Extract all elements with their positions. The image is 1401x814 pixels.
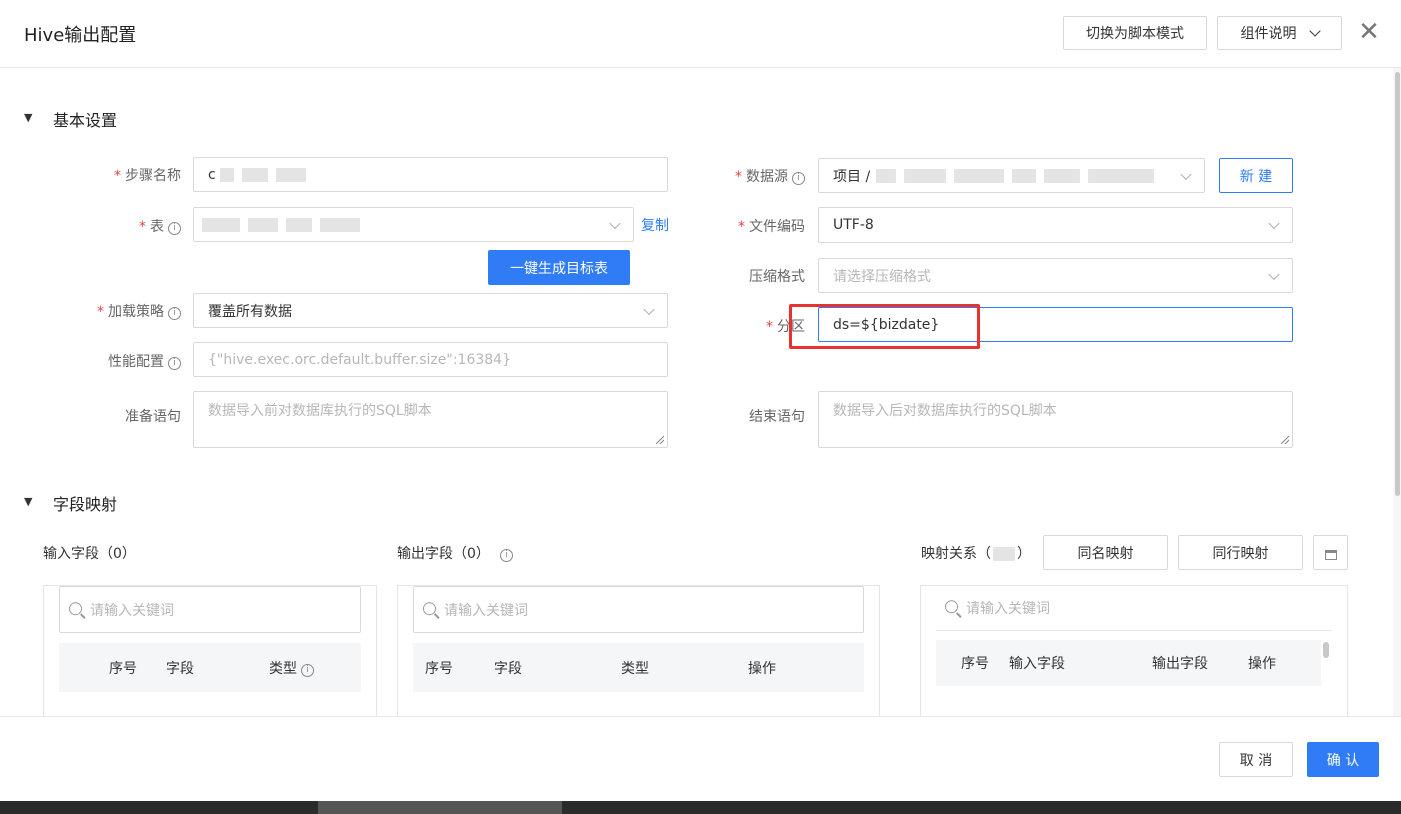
broom-icon: [1324, 549, 1337, 560]
column-header: 操作: [1248, 656, 1276, 672]
chevron-down-icon: [1308, 24, 1321, 37]
confirm-button[interactable]: 确 认: [1307, 742, 1379, 777]
chevron-down-icon: [1268, 217, 1280, 230]
output-fields-table-header: 序号 字段 类型 操作: [413, 643, 864, 692]
clear-mapping-button[interactable]: [1313, 535, 1348, 570]
dialog-title: Hive输出配置: [24, 25, 137, 46]
perf-config-input[interactable]: {"hive.exec.orc.default.buffer.size":163…: [193, 342, 668, 377]
mapping-relation-table-header: 序号 输入字段 输出字段 操作: [936, 640, 1321, 686]
cancel-button[interactable]: 取 消: [1219, 742, 1293, 777]
pre-sql-textarea[interactable]: 数据导入前对数据库执行的SQL脚本: [193, 391, 668, 448]
column-header: 输入字段: [1009, 656, 1065, 672]
info-icon: i: [499, 549, 513, 562]
step-name-label: * 步骤名称: [114, 168, 181, 184]
search-icon: [945, 600, 958, 614]
column-header: 字段: [494, 660, 522, 677]
chevron-down-icon: [1180, 168, 1192, 180]
collapse-caret-icon[interactable]: ▼: [24, 111, 32, 124]
encoding-select[interactable]: UTF-8: [818, 207, 1293, 243]
section-title-basic: 基本设置: [53, 111, 118, 130]
new-datasource-button[interactable]: 新 建: [1219, 158, 1293, 193]
step-name-input[interactable]: c: [193, 157, 668, 192]
input-fields-table-header: 序号 字段 类型 i: [59, 643, 361, 692]
column-header: 操作: [748, 660, 776, 677]
search-icon: [69, 601, 82, 615]
mapping-scrollbar-thumb[interactable]: [1323, 642, 1329, 658]
footer-divider: [0, 716, 1401, 717]
load-strategy-label: * 加载策略 i: [21, 301, 181, 321]
column-header: 序号: [961, 656, 989, 672]
collapse-caret-icon[interactable]: ▼: [24, 495, 32, 508]
encoding-label: * 文件编码: [738, 219, 805, 235]
mapping-relation-title: 映射关系（）: [921, 546, 1031, 562]
compression-select[interactable]: 请选择压缩格式: [818, 258, 1293, 293]
info-icon: i: [301, 663, 314, 677]
column-header: 字段: [166, 660, 194, 677]
column-header: 类型 i: [269, 658, 314, 678]
switch-script-mode-button[interactable]: 切换为脚本模式: [1063, 16, 1207, 50]
component-help-button[interactable]: 组件说明: [1217, 16, 1342, 50]
perf-config-label: 性能配置 i: [21, 351, 181, 371]
close-icon[interactable]: ✕: [1356, 18, 1382, 46]
info-icon: i: [168, 222, 181, 235]
chevron-down-icon: [643, 303, 655, 315]
resize-handle-icon[interactable]: [1281, 436, 1289, 444]
vertical-scrollbar-thumb[interactable]: [1395, 72, 1400, 496]
info-icon: i: [168, 357, 181, 370]
column-header: 类型: [621, 660, 649, 677]
datasource-label: * 数据源 i: [645, 166, 805, 186]
input-fields-title: 输入字段（0）: [43, 546, 136, 562]
post-sql-textarea[interactable]: 数据导入后对数据库执行的SQL脚本: [818, 391, 1293, 448]
horizontal-scrollbar-thumb[interactable]: [318, 801, 562, 814]
mapping-relation-search[interactable]: 请输入关键词: [936, 586, 1332, 631]
post-sql-label: 结束语句: [749, 409, 805, 425]
info-icon: i: [792, 172, 805, 185]
table-select[interactable]: [193, 207, 634, 242]
load-strategy-select[interactable]: 覆盖所有数据: [193, 293, 668, 328]
search-icon: [423, 601, 436, 615]
horizontal-scrollbar[interactable]: [0, 801, 1401, 814]
same-row-mapping-button[interactable]: 同行映射: [1178, 535, 1303, 570]
chevron-down-icon: [609, 217, 621, 229]
partition-label: * 分区: [766, 319, 805, 335]
column-header: 输出字段: [1152, 656, 1208, 672]
input-fields-search[interactable]: 请输入关键词: [59, 586, 361, 633]
output-fields-search[interactable]: 请输入关键词: [413, 586, 864, 633]
resize-handle-icon[interactable]: [656, 436, 664, 444]
same-name-mapping-button[interactable]: 同名映射: [1043, 535, 1168, 570]
pre-sql-label: 准备语句: [125, 409, 181, 425]
generate-target-table-button[interactable]: 一键生成目标表: [488, 250, 630, 285]
section-title-mapping: 字段映射: [53, 495, 118, 514]
table-label: * 表 i: [21, 216, 181, 236]
highlight-box: [789, 304, 980, 349]
output-fields-title: 输出字段（0） i: [397, 543, 513, 563]
info-icon: i: [168, 307, 181, 320]
chevron-down-icon: [1268, 268, 1280, 280]
compression-label: 压缩格式: [749, 269, 805, 285]
datasource-select[interactable]: 项目 /: [818, 158, 1205, 193]
column-header: 序号: [109, 660, 137, 677]
component-help-label: 组件说明: [1240, 26, 1297, 42]
column-header: 序号: [425, 660, 453, 677]
